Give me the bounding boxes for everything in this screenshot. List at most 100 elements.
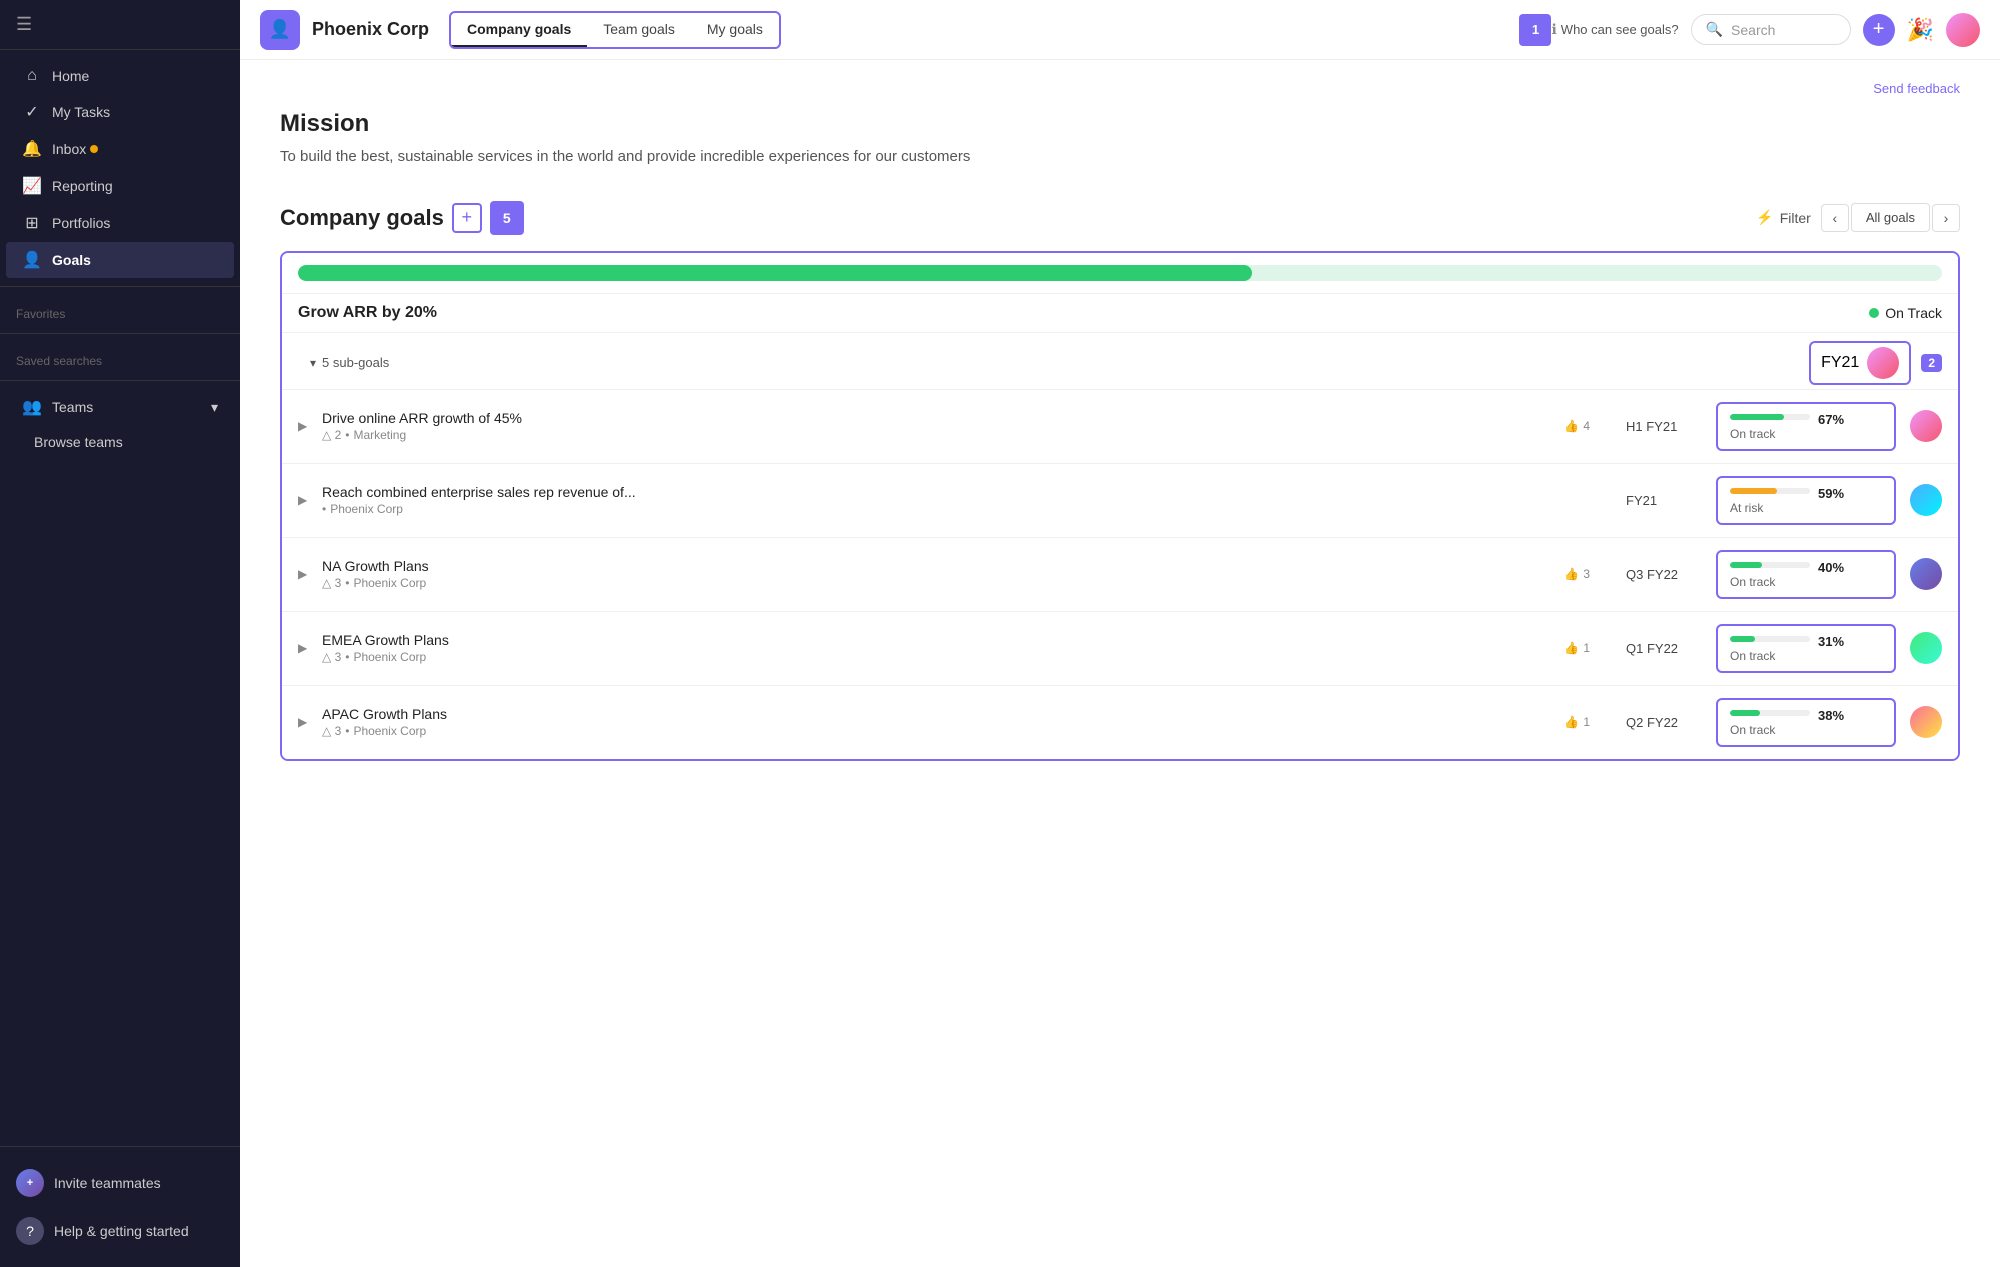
- saved-searches-section-label: Saved searches: [0, 342, 240, 372]
- sidebar-footer: + Invite teammates ? Help & getting star…: [0, 1146, 240, 1267]
- expand-icon[interactable]: ▶: [298, 567, 318, 581]
- topbar-right: ℹ Who can see goals? 🔍 Search + 🎉: [1551, 13, 1980, 47]
- subgoal-avatar: [1910, 632, 1942, 664]
- expand-icon[interactable]: ▶: [298, 715, 318, 729]
- sidebar-item-goals[interactable]: 👤 Goals: [6, 242, 234, 278]
- filter-button[interactable]: ⚡ Filter: [1756, 209, 1811, 226]
- goals-tabs: Company goals Team goals My goals: [449, 11, 781, 49]
- mini-progress-bar-outer: [1730, 562, 1810, 568]
- sidebar-item-portfolios-label: Portfolios: [52, 215, 110, 231]
- tab-team-goals[interactable]: Team goals: [587, 13, 691, 47]
- warning-count: △ 2: [322, 428, 341, 442]
- topbar: 👤 Phoenix Corp Company goals Team goals …: [240, 0, 2000, 60]
- subgoal-progress-cell: 40% On track: [1716, 550, 1896, 599]
- tab-company-goals[interactable]: Company goals: [451, 13, 587, 47]
- subgoal-row: ▶ EMEA Growth Plans △ 3 •Phoenix Corp 👍 …: [282, 611, 1958, 685]
- who-can-see-label: Who can see goals?: [1561, 22, 1679, 37]
- company-info: 👤 Phoenix Corp: [260, 10, 429, 50]
- like-icon: 👍: [1564, 419, 1579, 433]
- subgoal-name[interactable]: NA Growth Plans: [322, 558, 1548, 574]
- subgoal-period: H1 FY21: [1626, 419, 1696, 434]
- mission-text: To build the best, sustainable services …: [280, 146, 980, 169]
- sidebar-item-browse-teams[interactable]: Browse teams: [6, 426, 234, 458]
- subgoal-meta: △ 3 •Phoenix Corp: [322, 650, 1548, 664]
- mini-progress-bar-inner: [1730, 562, 1762, 568]
- divider-3: [0, 380, 240, 381]
- subgoal-progress-cell: 31% On track: [1716, 624, 1896, 673]
- subgoal-progress-cell: 59% At risk: [1716, 476, 1896, 525]
- all-goals-button[interactable]: All goals: [1851, 203, 1930, 232]
- progress-status: On track: [1730, 575, 1882, 589]
- favorites-section-label: Favorites: [0, 295, 240, 325]
- expand-icon[interactable]: ▶: [298, 493, 318, 507]
- person-icon: 👤: [22, 250, 42, 270]
- mini-progress-bar-inner: [1730, 636, 1755, 642]
- subgoal-likes: 👍 3: [1564, 567, 1590, 581]
- who-can-see-button[interactable]: ℹ Who can see goals?: [1551, 21, 1678, 38]
- next-arrow-button[interactable]: ›: [1932, 204, 1960, 232]
- subgoal-avatar: [1910, 558, 1942, 590]
- mission-section: Mission To build the best, sustainable s…: [280, 110, 1960, 169]
- user-avatar[interactable]: [1946, 13, 1980, 47]
- filter-icon: ⚡: [1756, 209, 1773, 226]
- sidebar-item-inbox[interactable]: 🔔 Inbox: [6, 131, 234, 167]
- warning-count: △ 3: [322, 576, 341, 590]
- mini-progress-bar-inner: [1730, 710, 1760, 716]
- mini-progress-bar-outer: [1730, 710, 1810, 716]
- tab-my-goals[interactable]: My goals: [691, 13, 779, 47]
- inbox-badge: [90, 145, 98, 153]
- sidebar-item-my-tasks[interactable]: ✓ My Tasks: [6, 94, 234, 130]
- teams-icon: 👥: [22, 397, 42, 417]
- progress-status: At risk: [1730, 501, 1882, 515]
- page-content: Send feedback Mission To build the best,…: [240, 60, 2000, 1267]
- home-icon: ⌂: [22, 67, 42, 85]
- expand-icon[interactable]: ▶: [298, 641, 318, 655]
- sidebar-item-teams[interactable]: 👥 Teams ▾: [6, 389, 234, 425]
- send-feedback-link[interactable]: Send feedback: [1873, 81, 1960, 96]
- subgoal-name[interactable]: APAC Growth Plans: [322, 706, 1548, 722]
- notification-icon[interactable]: 🎉: [1907, 17, 1934, 43]
- mission-title: Mission: [280, 110, 1960, 138]
- help-item[interactable]: ? Help & getting started: [0, 1207, 240, 1255]
- grid-icon: ⊞: [22, 213, 42, 233]
- subgoal-name[interactable]: EMEA Growth Plans: [322, 632, 1548, 648]
- help-label: Help & getting started: [54, 1223, 189, 1239]
- sidebar: ☰ ⌂ Home ✓ My Tasks 🔔 Inbox 📈 Reporting …: [0, 0, 240, 1267]
- sidebar-toggle-icon[interactable]: ☰: [16, 14, 32, 35]
- subgoal-row: ▶ APAC Growth Plans △ 3 •Phoenix Corp 👍 …: [282, 685, 1958, 759]
- subgoal-period: FY21: [1626, 493, 1696, 508]
- invite-teammates-item[interactable]: + Invite teammates: [0, 1159, 240, 1207]
- goals-actions: ⚡ Filter ‹ All goals ›: [1756, 203, 1960, 232]
- progress-status: On track: [1730, 427, 1882, 441]
- goals-section-title: Company goals: [280, 205, 444, 231]
- company-avatar[interactable]: 👤: [260, 10, 300, 50]
- feedback-link-container: Send feedback: [280, 80, 1960, 98]
- main-goal-card: Grow ARR by 20% On Track ▾ 5 sub-goals F…: [280, 251, 1960, 761]
- mini-progress-bar-outer: [1730, 488, 1810, 494]
- subgoal-meta: △ 2 •Marketing: [322, 428, 1548, 442]
- sidebar-item-portfolios[interactable]: ⊞ Portfolios: [6, 205, 234, 241]
- main-goal-title[interactable]: Grow ARR by 20%: [298, 304, 1869, 322]
- sidebar-item-my-tasks-label: My Tasks: [52, 104, 110, 120]
- subgoals-toggle-button[interactable]: ▾ 5 sub-goals: [310, 355, 389, 370]
- search-box[interactable]: 🔍 Search: [1691, 14, 1851, 45]
- subgoal-name[interactable]: Reach combined enterprise sales rep reve…: [322, 484, 1566, 500]
- main-content: 👤 Phoenix Corp Company goals Team goals …: [240, 0, 2000, 1267]
- subgoal-name[interactable]: Drive online ARR growth of 45%: [322, 410, 1548, 426]
- prev-arrow-button[interactable]: ‹: [1821, 204, 1849, 232]
- subgoal-avatar: [1910, 484, 1942, 516]
- filter-label: Filter: [1780, 210, 1811, 226]
- like-icon: 👍: [1564, 715, 1579, 729]
- sidebar-item-reporting[interactable]: 📈 Reporting: [6, 168, 234, 204]
- progress-percent: 67%: [1818, 412, 1844, 427]
- add-goal-button[interactable]: +: [452, 203, 482, 233]
- progress-bar-outer: [298, 265, 1942, 281]
- company-name: Phoenix Corp: [312, 19, 429, 40]
- add-button[interactable]: +: [1863, 14, 1895, 46]
- subgoal-likes: 👍 1: [1564, 715, 1590, 729]
- expand-icon[interactable]: ▶: [298, 419, 318, 433]
- main-goal-status: On Track: [1869, 305, 1942, 321]
- subgoal-tag: Phoenix Corp: [353, 724, 426, 738]
- chart-icon: 📈: [22, 176, 42, 196]
- sidebar-item-home[interactable]: ⌂ Home: [6, 59, 234, 93]
